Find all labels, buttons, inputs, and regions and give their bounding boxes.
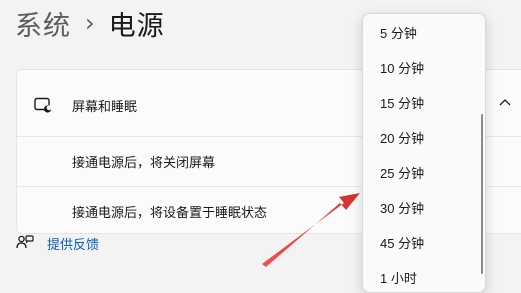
breadcrumb-separator: › [85, 9, 95, 37]
breadcrumb-parent[interactable]: 系统 [15, 4, 71, 43]
breadcrumb: 系统 › 电源 [15, 3, 165, 43]
screen-sleep-label: 屏幕和睡眠 [72, 99, 138, 114]
page-title: 电源 [108, 10, 165, 42]
dropdown-option[interactable]: 25 分钟 [363, 157, 477, 191]
dropdown-option[interactable]: 20 分钟 [363, 122, 477, 156]
feedback-link[interactable]: 提供反馈 [47, 234, 99, 253]
dropdown-option[interactable]: 45 分钟 [363, 227, 477, 261]
sleep-label: 接通电源后，将设备置于睡眠状态 [72, 205, 268, 220]
dropdown-option[interactable]: 1 小时 [363, 262, 477, 292]
screen-off-label: 接通电源后，将关闭屏幕 [72, 155, 216, 170]
chevron-up-icon[interactable] [499, 98, 511, 106]
feedback-link-group[interactable]: 提供反馈 [16, 233, 99, 253]
feedback-icon [16, 235, 34, 249]
monitor-sleep-icon [34, 97, 52, 113]
dropdown-option[interactable]: 10 分钟 [363, 52, 477, 86]
dropdown-scrollbar-thumb[interactable] [481, 114, 483, 274]
dropdown-option[interactable]: 15 分钟 [363, 87, 477, 121]
timeout-dropdown-list: 5 分钟 10 分钟 15 分钟 20 分钟 25 分钟 30 分钟 45 分钟… [362, 13, 486, 293]
dropdown-option[interactable]: 30 分钟 [363, 192, 477, 226]
dropdown-option[interactable]: 5 分钟 [363, 17, 477, 51]
